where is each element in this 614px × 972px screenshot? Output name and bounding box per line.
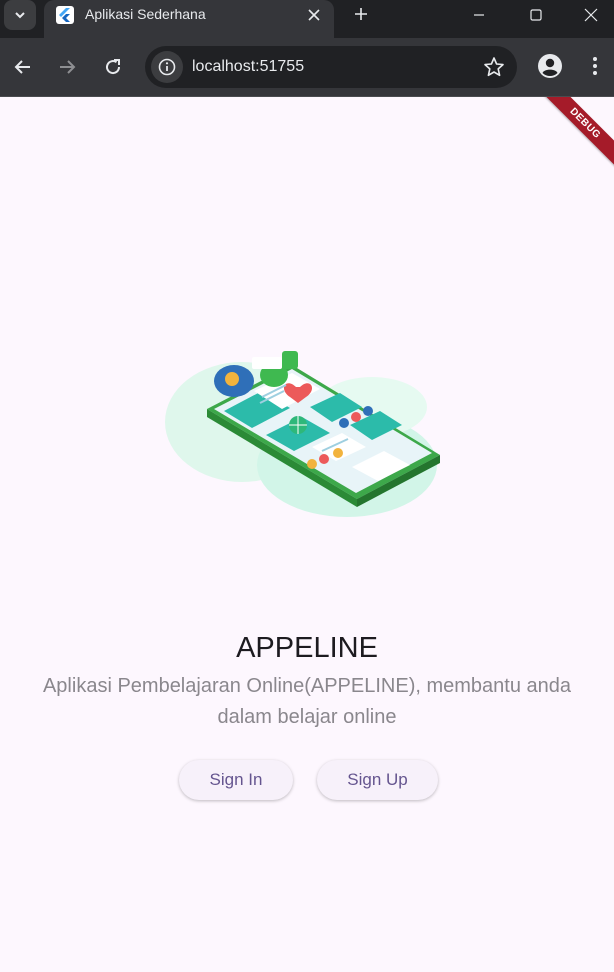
active-tab[interactable]: Aplikasi Sederhana xyxy=(44,0,334,38)
close-icon xyxy=(308,9,320,21)
maximize-button[interactable] xyxy=(511,0,561,30)
browser-menu-button[interactable] xyxy=(584,52,606,80)
browser-toolbar: localhost:51755 xyxy=(0,38,614,97)
app-subtitle: Aplikasi Pembelajaran Online(APPELINE), … xyxy=(0,671,614,733)
plus-icon xyxy=(355,8,367,20)
subtitle-line-2: dalam belajar online xyxy=(217,706,397,728)
back-button[interactable] xyxy=(7,51,39,83)
browser-tab-bar: Aplikasi Sederhana xyxy=(0,0,614,38)
minimize-icon xyxy=(474,14,484,16)
tab-search-button[interactable] xyxy=(4,0,36,30)
tab-close-button[interactable] xyxy=(304,5,324,25)
reload-button[interactable] xyxy=(97,51,129,83)
address-bar[interactable]: localhost:51755 xyxy=(145,46,517,88)
app-page: DEBUG APPELINE Aplikasi Pembelajaran Onl… xyxy=(0,97,614,972)
url-text[interactable]: localhost:51755 xyxy=(192,58,304,76)
subtitle-line-1: Aplikasi Pembelajaran Online(APPELINE), … xyxy=(42,675,572,697)
tab-title: Aplikasi Sederhana xyxy=(85,6,206,22)
info-icon xyxy=(158,58,176,76)
maximize-icon xyxy=(530,9,542,21)
app-title: APPELINE xyxy=(236,632,378,664)
window-close-button[interactable] xyxy=(566,0,614,30)
minimize-button[interactable] xyxy=(454,0,504,30)
back-arrow-icon xyxy=(14,60,30,74)
chevron-down-icon xyxy=(15,12,25,19)
forward-button[interactable] xyxy=(51,51,83,83)
window-close-icon xyxy=(584,8,598,22)
new-tab-button[interactable] xyxy=(350,3,372,25)
star-icon[interactable] xyxy=(483,56,505,78)
reload-icon xyxy=(106,59,121,75)
profile-icon xyxy=(538,54,562,78)
site-info-button[interactable] xyxy=(151,51,183,83)
sign-in-button[interactable]: Sign In xyxy=(179,760,293,800)
profile-button[interactable] xyxy=(536,52,564,80)
online-learning-illustration xyxy=(165,351,440,517)
kebab-menu-icon xyxy=(593,57,597,75)
forward-arrow-icon xyxy=(60,60,76,74)
sign-up-button[interactable]: Sign Up xyxy=(317,760,438,800)
debug-banner: DEBUG xyxy=(540,97,614,169)
flutter-favicon xyxy=(56,6,74,24)
